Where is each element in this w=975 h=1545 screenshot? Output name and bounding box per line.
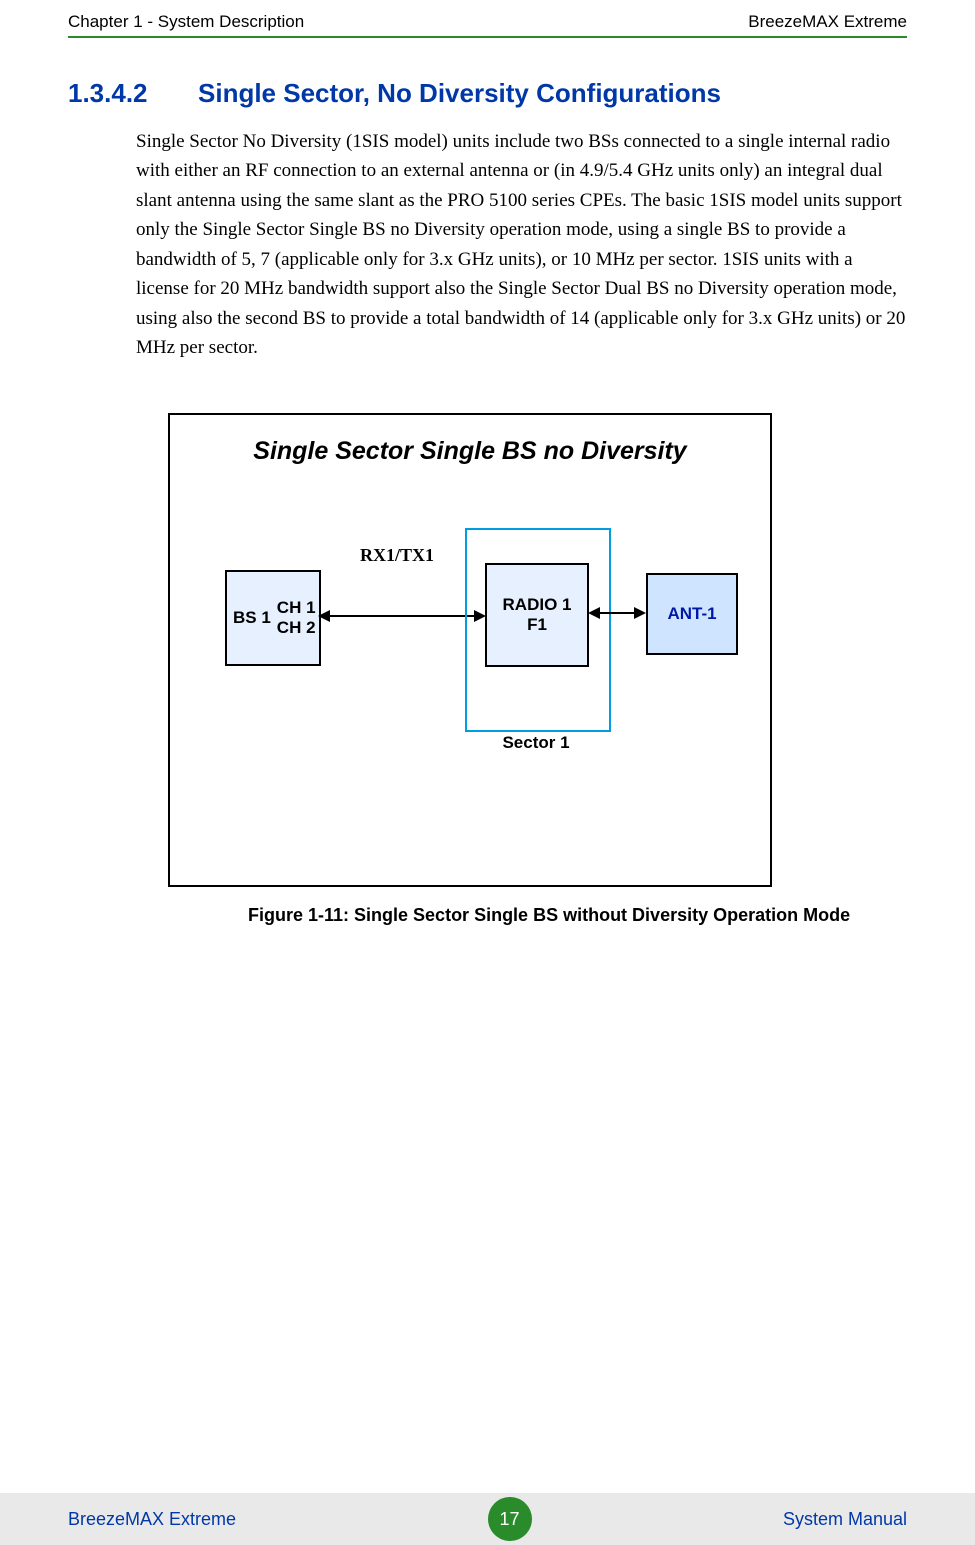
section-heading: 1.3.4.2 Single Sector, No Diversity Conf…: [68, 78, 907, 109]
sector-label: Sector 1: [465, 733, 607, 753]
rxtx-label: RX1/TX1: [360, 545, 434, 566]
footer-left: BreezeMAX Extreme: [68, 1509, 236, 1530]
footer-right: System Manual: [783, 1509, 907, 1530]
arrow-head-left-icon: [318, 610, 330, 622]
diagram: Single Sector Single BS no Diversity BS …: [168, 413, 772, 887]
content: 1.3.4.2 Single Sector, No Diversity Conf…: [0, 38, 975, 926]
arrow-bs-radio: [320, 615, 482, 617]
header-right: BreezeMAX Extreme: [748, 12, 907, 32]
page: Chapter 1 - System Description BreezeMAX…: [0, 0, 975, 1545]
radio-line1: RADIO 1: [487, 595, 587, 615]
bs-ch2: CH 2: [277, 618, 316, 638]
page-number: 17: [488, 1497, 532, 1541]
arrow-head-right-icon: [634, 607, 646, 619]
page-header: Chapter 1 - System Description BreezeMAX…: [0, 0, 975, 36]
header-left: Chapter 1 - System Description: [68, 12, 304, 32]
bs-box: BS 1 CH 1 CH 2: [225, 570, 321, 666]
section-title: Single Sector, No Diversity Configuratio…: [198, 78, 721, 109]
figure: Single Sector Single BS no Diversity BS …: [168, 413, 907, 926]
section-number: 1.3.4.2: [68, 78, 198, 109]
page-footer: BreezeMAX Extreme 17 System Manual: [0, 1493, 975, 1545]
bs-label: BS 1: [227, 608, 271, 628]
radio-box: RADIO 1 F1: [485, 563, 589, 667]
ant-box: ANT-1: [646, 573, 738, 655]
ant-label: ANT-1: [667, 604, 716, 624]
arrow-head-left-icon: [588, 607, 600, 619]
bs-channels: CH 1 CH 2: [271, 598, 316, 638]
radio-line2: F1: [487, 615, 587, 635]
diagram-title: Single Sector Single BS no Diversity: [170, 415, 770, 466]
figure-caption: Figure 1-11: Single Sector Single BS wit…: [248, 905, 907, 926]
bs-ch1: CH 1: [277, 598, 316, 618]
body-paragraph: Single Sector No Diversity (1SIS model) …: [136, 127, 907, 363]
